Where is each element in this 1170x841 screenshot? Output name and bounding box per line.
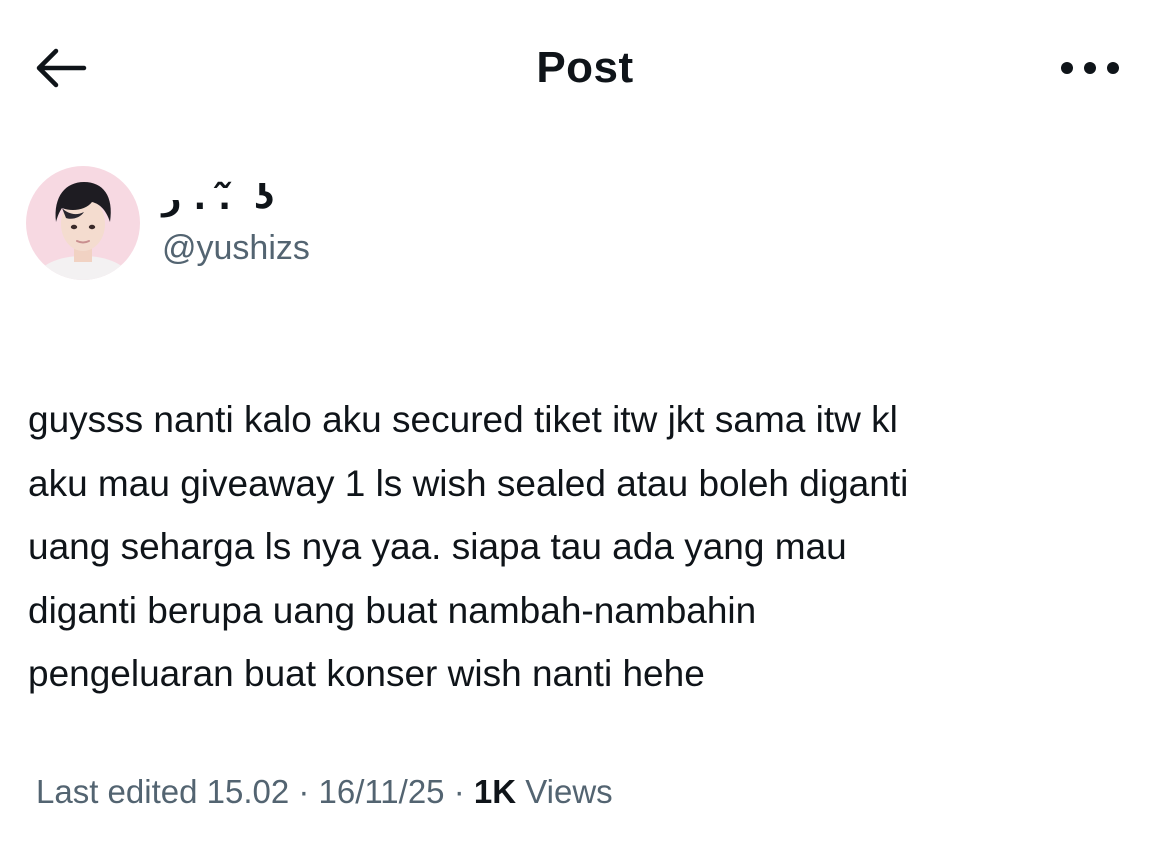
more-options-button[interactable] <box>1050 40 1130 96</box>
author-handle[interactable]: @yushizs <box>162 226 310 270</box>
post-text-line: pengeluaran buat konser wish nanti hehe <box>28 653 705 694</box>
views-label: Views <box>516 773 613 810</box>
top-bar: Post <box>0 0 1170 130</box>
page-title: Post <box>536 43 634 92</box>
post-text-line: diganti berupa uang buat nambah-nambahin <box>28 589 757 631</box>
post-author: ﺭ . . ᷉ ʖ @yushizs <box>26 166 726 282</box>
author-display-name[interactable]: ﺭ . . ᷉ ʖ <box>162 176 274 220</box>
views-link[interactable]: 1K Views <box>474 773 613 810</box>
views-count: 1K <box>473 773 517 810</box>
post-body: guysss nanti kalo aku secured tiket itw … <box>28 388 1138 706</box>
post-text-line: aku mau giveaway 1 ls wish sealed atau b… <box>28 462 909 504</box>
post-metadata: Last edited 15.02 · 16/11/25 · 1K Views <box>36 770 613 814</box>
avatar-image <box>26 166 140 280</box>
post-text-line: uang seharga ls nya yaa. siapa tau ada y… <box>28 526 847 567</box>
avatar[interactable] <box>26 166 140 280</box>
meta-separator: · <box>444 773 474 810</box>
edit-history-link[interactable]: Last edited 15.02 · 16/11/25 <box>36 773 445 810</box>
post-text-line: guysss nanti kalo aku secured tiket itw … <box>28 399 898 440</box>
more-horizontal-icon <box>1061 62 1119 74</box>
